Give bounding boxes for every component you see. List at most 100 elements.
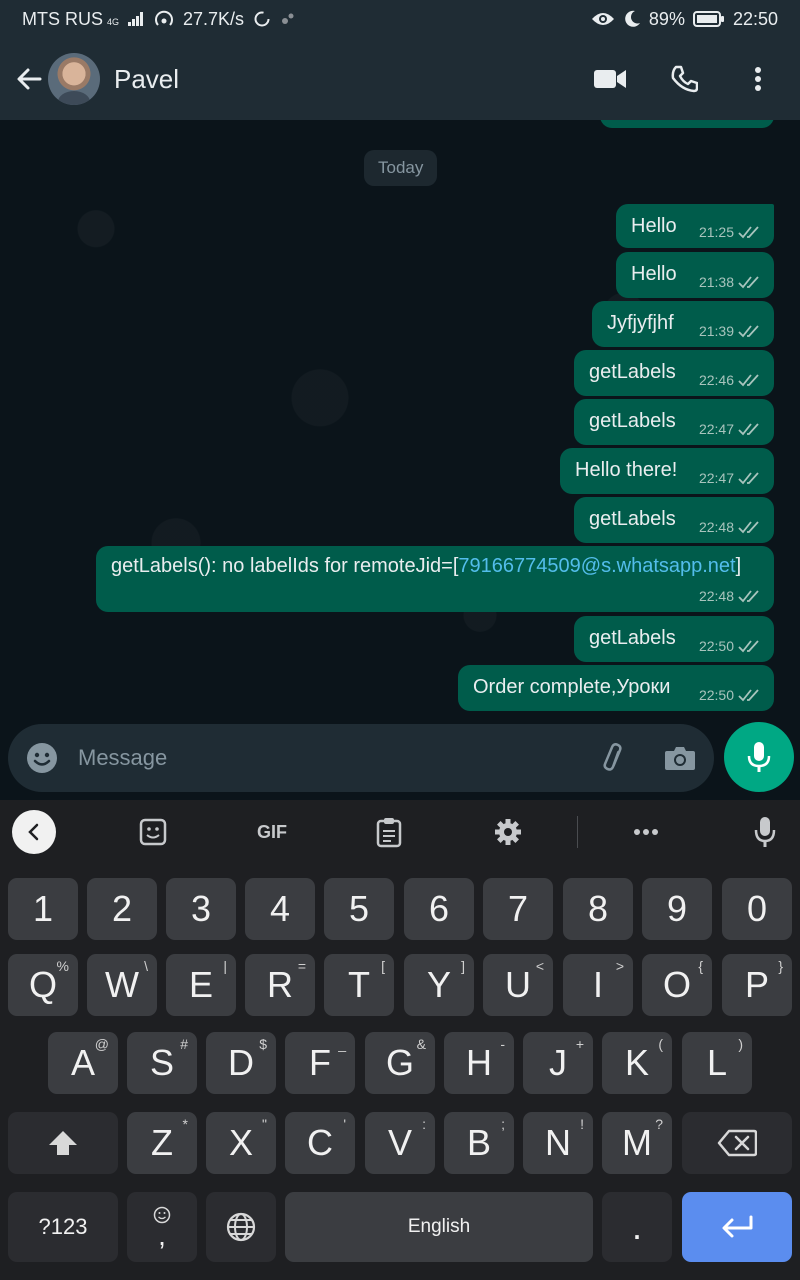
video-call-button[interactable] [590, 59, 630, 99]
key-w[interactable]: W \ [87, 954, 157, 1016]
emoji-button[interactable] [22, 738, 62, 778]
key-alt-label: & [416, 1036, 426, 1052]
key-label: R [267, 964, 293, 1005]
clipboard-button[interactable] [371, 814, 407, 850]
key-e[interactable]: E | [166, 954, 236, 1016]
key-u[interactable]: U < [483, 954, 553, 1016]
space-key[interactable]: English [285, 1192, 593, 1262]
message-bubble[interactable]: Jyfjyfjhf 21:39 [592, 301, 774, 347]
key-o[interactable]: O{ [642, 954, 712, 1016]
period-key[interactable]: . [602, 1192, 672, 1262]
key-label: X [228, 1122, 253, 1163]
globe-icon [226, 1212, 256, 1242]
key-8[interactable]: 8 [563, 878, 633, 940]
more-tools-button[interactable] [628, 814, 664, 850]
key-alt-label: ( [658, 1036, 663, 1052]
key-label: O [662, 964, 691, 1005]
message-bubble[interactable]: getLabels(): no labelIds for remoteJid=[… [96, 546, 774, 612]
key-1[interactable]: 1 [8, 878, 78, 940]
key-k[interactable]: K( [602, 1032, 672, 1094]
language-key[interactable] [206, 1192, 276, 1262]
key-9[interactable]: 9 [642, 878, 712, 940]
key-alt-label: + [575, 1036, 584, 1052]
message-bubble[interactable]: getLabels 22:48 [574, 497, 774, 543]
message-bubble[interactable]: Hello 21:25 [616, 204, 774, 248]
message-bubble[interactable]: Hello 21:38 [616, 252, 774, 298]
message-text: getLabels(): no labelIds for remoteJid=[… [111, 555, 741, 578]
key-i[interactable]: I > [563, 954, 633, 1016]
key-5[interactable]: 5 [324, 878, 394, 940]
back-button[interactable] [6, 56, 52, 102]
collapse-toolbar-button[interactable] [12, 810, 56, 854]
key-r[interactable]: R = [245, 954, 315, 1016]
key-label: G [385, 1042, 414, 1083]
key-y[interactable]: Y] [404, 954, 474, 1016]
attach-button[interactable] [594, 738, 634, 778]
settings-button[interactable] [490, 814, 526, 850]
key-n[interactable]: N! [523, 1112, 593, 1174]
more-horizontal-icon [634, 829, 658, 835]
key-q[interactable]: Q% [8, 954, 78, 1016]
key-z[interactable]: Z * [127, 1112, 197, 1174]
message-input[interactable] [78, 745, 538, 771]
enter-key[interactable] [682, 1192, 792, 1262]
key-j[interactable]: J + [523, 1032, 593, 1094]
key-3[interactable]: 3 [166, 878, 236, 940]
key-l[interactable]: L) [682, 1032, 752, 1094]
key-h[interactable]: H- [444, 1032, 514, 1094]
key-0[interactable]: 0 [722, 878, 792, 940]
message-bubble[interactable]: Order complete,Уроки 22:50 [458, 665, 774, 711]
comma-key[interactable]: , [127, 1192, 197, 1262]
key-d[interactable]: D $ [206, 1032, 276, 1094]
jid-link[interactable]: 79166774509@s.whatsapp.net [458, 555, 735, 577]
previous-message-bubble[interactable] [600, 120, 774, 128]
message-list[interactable]: Today Hello 21:25 Hello 21:38 Jyfjyfjhf … [0, 120, 800, 724]
symbols-key[interactable]: ?123 [8, 1192, 118, 1262]
message-text: getLabels [589, 361, 676, 383]
message-bubble[interactable]: getLabels 22:50 [574, 616, 774, 662]
message-bubble[interactable]: Hello there! 22:47 [560, 448, 774, 494]
key-m[interactable]: M? [602, 1112, 672, 1174]
key-alt-label: " [262, 1116, 267, 1132]
key-p[interactable]: P} [722, 954, 792, 1016]
more-options-button[interactable] [738, 59, 778, 99]
key-label: B [466, 1122, 491, 1163]
arrow-left-icon [17, 68, 42, 90]
shift-key[interactable] [8, 1112, 118, 1174]
key-alt-label: | [223, 958, 227, 974]
camera-button[interactable] [660, 738, 700, 778]
microphone-icon [747, 742, 771, 772]
voice-input-button[interactable] [747, 814, 783, 850]
message-bubble[interactable]: getLabels 22:46 [574, 350, 774, 396]
message-bubble[interactable]: getLabels 22:47 [574, 399, 774, 445]
key-a[interactable]: A @ [48, 1032, 118, 1094]
status-bar: MTS RUS 4G 27.7K/s 89% 22:50 [0, 0, 800, 38]
contact-name[interactable]: Pavel [114, 64, 179, 95]
key-4[interactable]: 4 [245, 878, 315, 940]
key-s[interactable]: S # [127, 1032, 197, 1094]
app-notification-icon [282, 13, 294, 24]
network-speed: 27.7K/s [183, 8, 245, 29]
key-7[interactable]: 7 [483, 878, 553, 940]
hotspot-icon [155, 10, 173, 26]
voice-message-button[interactable] [724, 722, 794, 792]
gear-icon [495, 819, 521, 845]
chat-header: Pavel [0, 38, 800, 120]
key-2[interactable]: 2 [87, 878, 157, 940]
key-label: C [307, 1122, 333, 1163]
key-t[interactable]: T[ [324, 954, 394, 1016]
key-c[interactable]: C ' [285, 1112, 355, 1174]
gif-button[interactable]: GIF [252, 814, 292, 850]
key-alt-label: [ [381, 958, 385, 974]
key-f[interactable]: F _ [285, 1032, 355, 1094]
key-x[interactable]: X " [206, 1112, 276, 1174]
key-b[interactable]: B; [444, 1112, 514, 1174]
key-v[interactable]: V: [365, 1112, 435, 1174]
sticker-button[interactable] [135, 814, 171, 850]
avatar[interactable] [48, 53, 100, 105]
backspace-key[interactable] [682, 1112, 792, 1174]
voice-call-button[interactable] [664, 59, 704, 99]
key-6[interactable]: 6 [404, 878, 474, 940]
message-input-box[interactable] [8, 724, 714, 792]
key-g[interactable]: G & [365, 1032, 435, 1094]
